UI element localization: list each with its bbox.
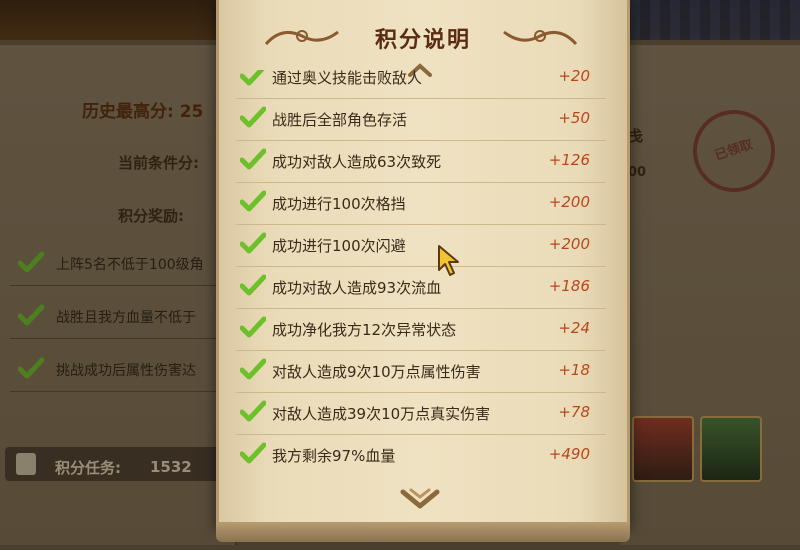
list-item: 成功进行100次闪避 +200: [236, 224, 606, 267]
list-item: 通过奥义技能击败敌人 +20: [236, 70, 606, 99]
item-label: 通过奥义技能击败敌人: [272, 70, 423, 87]
item-score: +18: [558, 361, 590, 379]
check-icon: [239, 400, 267, 426]
list-item: 对敌人造成39次10万点真实伤害 +78: [236, 392, 606, 435]
scroll-down-icon[interactable]: [397, 486, 443, 518]
list-item: 成功对敌人造成93次流血 +186: [236, 266, 606, 309]
list-item: 成功进行100次格挡 +200: [236, 182, 606, 225]
check-icon: [239, 358, 267, 384]
check-icon: [239, 70, 266, 90]
list-item: 成功对敌人造成63次致死 +126: [236, 140, 606, 183]
check-icon: [239, 316, 267, 342]
item-label: 对敌人造成39次10万点真实伤害: [272, 405, 491, 423]
item-label: 成功对敌人造成63次致死: [272, 153, 442, 171]
item-label: 对敌人造成9次10万点属性伤害: [272, 363, 481, 381]
list-item: 战胜后全部角色存活 +50: [236, 98, 606, 141]
item-label: 成功进行100次格挡: [272, 195, 406, 213]
list-item: 成功净化我方12次异常状态 +24: [236, 308, 606, 351]
item-label: 我方剩余97%血量: [272, 447, 396, 465]
item-score: +24: [558, 319, 590, 337]
check-icon: [239, 442, 267, 468]
item-label: 成功净化我方12次异常状态: [272, 321, 457, 339]
item-label: 成功进行100次闪避: [272, 237, 406, 255]
scroll-roller: [216, 522, 630, 542]
score-list: 通过奥义技能击败敌人 +20 战胜后全部角色存活 +50 成功对敌人造成63次致…: [236, 70, 606, 473]
item-score: +186: [548, 277, 590, 295]
item-score: +78: [558, 403, 590, 421]
item-score: +50: [558, 109, 590, 127]
item-score: +20: [558, 70, 590, 85]
pointer-cursor-icon: [436, 244, 462, 282]
item-label: 战胜后全部角色存活: [272, 111, 408, 129]
list-item: 对敌人造成9次10万点属性伤害 +18: [236, 350, 606, 393]
check-icon: [239, 106, 267, 132]
item-score: +200: [548, 193, 590, 211]
item-score: +200: [548, 235, 590, 253]
item-label: 成功对敌人造成93次流血: [272, 279, 442, 297]
list-item: 我方剩余97%血量 +490: [236, 434, 606, 473]
check-icon: [239, 148, 267, 174]
check-icon: [239, 274, 267, 300]
ornament-right-icon: [500, 22, 580, 56]
check-icon: [239, 190, 267, 216]
check-icon: [239, 232, 267, 258]
item-score: +126: [548, 151, 590, 169]
item-score: +490: [548, 445, 590, 463]
